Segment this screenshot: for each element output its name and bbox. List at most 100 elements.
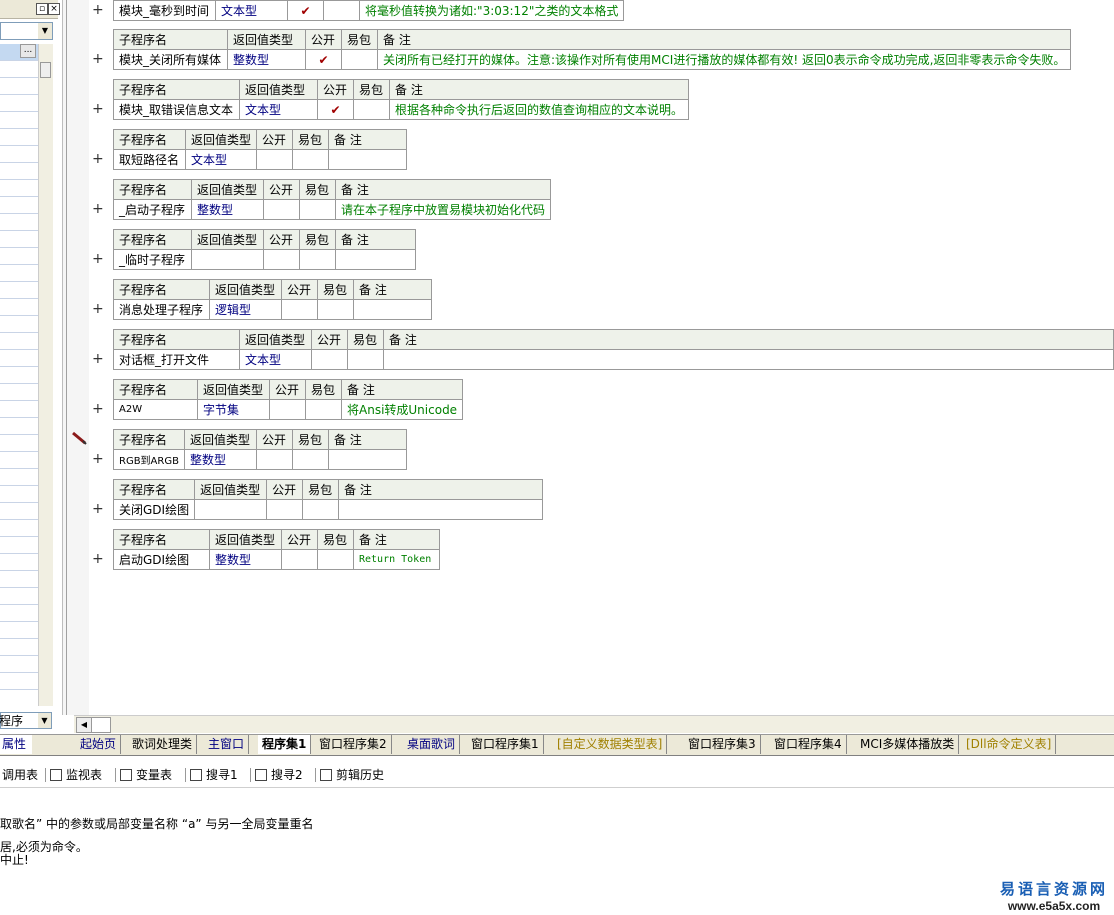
table-row[interactable]: 对话框_打开文件 文本型 xyxy=(113,349,1114,370)
subroutine-name[interactable]: 关闭GDI绘图 xyxy=(112,499,196,520)
public-checkbox[interactable] xyxy=(281,299,318,320)
property-row[interactable] xyxy=(0,333,38,350)
subroutine-table[interactable]: 子程序名 返回值类型 公开 易包备 注模块_关闭所有媒体 整数型 ✔ 关闭所有已经打开的媒体… xyxy=(113,29,1072,70)
table-row[interactable]: 关闭GDI绘图 xyxy=(112,499,544,520)
subroutine-note[interactable]: 将Ansi转成Unicode xyxy=(340,399,464,420)
chevron-down-icon[interactable]: ▼ xyxy=(38,23,52,39)
return-type[interactable]: 文本型 xyxy=(239,99,318,120)
table-row[interactable]: _临时子程序 xyxy=(113,249,416,270)
restore-icon[interactable]: ▫ xyxy=(36,3,48,15)
easy-package-checkbox[interactable] xyxy=(323,0,360,21)
property-row[interactable] xyxy=(0,384,38,401)
tab-item[interactable]: MCI多媒体播放类 xyxy=(856,735,960,754)
property-row[interactable] xyxy=(0,588,38,605)
expand-icon[interactable]: + xyxy=(92,402,104,416)
subroutine-table[interactable]: 子程序名 返回值类型 公开 易包备 注模块_取错误信息文本 文本型 ✔ 根据各种命令执行后返… xyxy=(113,79,690,120)
property-row[interactable] xyxy=(0,78,38,95)
property-row[interactable] xyxy=(0,95,38,112)
table-row[interactable]: _启动子程序 整数型 请在本子程序中放置易模块初始化代码 xyxy=(113,199,552,220)
tab-properties[interactable]: 属性 xyxy=(0,735,32,754)
return-type[interactable]: 文本型 xyxy=(184,149,258,170)
toolbar-button[interactable]: 剪辑历史 xyxy=(320,766,384,784)
property-scrollbar[interactable] xyxy=(38,44,53,706)
return-type[interactable] xyxy=(191,249,264,270)
public-checkbox[interactable] xyxy=(255,449,293,470)
subroutine-table[interactable]: 子程序名 返回值类型 公开 易包备 注 _临时子程序 xyxy=(113,229,416,270)
subroutine-table[interactable]: 子程序名 返回值类型 公开 易包备 注 A2W 字节集 将Ansi转成Unicode xyxy=(113,379,464,420)
return-type[interactable]: 逻辑型 xyxy=(209,299,282,320)
property-row[interactable] xyxy=(0,248,38,265)
public-checkbox[interactable]: ✔ xyxy=(287,0,324,21)
property-row[interactable] xyxy=(0,163,38,180)
property-row[interactable] xyxy=(0,129,38,146)
property-row[interactable] xyxy=(0,554,38,571)
subroutine-note[interactable]: 请在本子程序中放置易模块初始化代码 xyxy=(334,199,552,220)
property-row[interactable] xyxy=(0,673,38,690)
property-row[interactable] xyxy=(0,486,38,503)
property-row[interactable] xyxy=(0,299,38,316)
property-row[interactable] xyxy=(0,282,38,299)
scrollbar-thumb[interactable] xyxy=(40,62,51,78)
easy-package-checkbox[interactable] xyxy=(291,449,329,470)
property-row[interactable] xyxy=(0,656,38,673)
table-row[interactable]: 模块_关闭所有媒体 整数型 ✔ 关闭所有已经打开的媒体。注意:该操作对所有使用MCI进… xyxy=(113,49,1072,70)
table-row[interactable]: RGB到ARGB 整数型 xyxy=(113,449,407,470)
scrollbar-thumb[interactable] xyxy=(91,717,111,733)
property-row[interactable] xyxy=(0,112,38,129)
subroutine-table[interactable]: 子程序名 返回值类型 公开 易包备 注消息处理子程序 逻辑型 xyxy=(113,279,432,320)
toolbar-button[interactable]: 监视表 xyxy=(50,766,102,784)
property-row[interactable] xyxy=(0,146,38,163)
table-row[interactable]: 模块_毫秒到时间 文本型 ✔ 将毫秒值转换为诸如:"3:03:12"之类的文本格式 xyxy=(113,0,625,21)
tab-item[interactable]: 主窗口 xyxy=(204,735,250,754)
subroutine-note[interactable]: 将毫秒值转换为诸如:"3:03:12"之类的文本格式 xyxy=(358,0,625,21)
subroutine-name[interactable]: 模块_毫秒到时间 xyxy=(113,0,216,21)
return-type[interactable] xyxy=(194,499,268,520)
expand-icon[interactable]: + xyxy=(92,252,104,266)
property-row[interactable] xyxy=(0,503,38,520)
property-row[interactable] xyxy=(0,452,38,469)
ellipsis-button[interactable]: ... xyxy=(20,44,36,58)
property-row[interactable] xyxy=(0,61,38,78)
property-row[interactable] xyxy=(0,197,38,214)
subroutine-table[interactable]: 子程序名返回值类型公开易包备 注模块_毫秒到时间文本型✔将毫秒值转换为诸如:"3… xyxy=(113,0,625,21)
subroutine-name[interactable]: 启动GDI绘图 xyxy=(113,549,210,570)
property-row[interactable] xyxy=(0,231,38,248)
tab-item[interactable]: 程序集1 xyxy=(258,735,312,754)
public-checkbox[interactable] xyxy=(281,549,318,570)
property-row[interactable] xyxy=(0,435,38,452)
easy-package-checkbox[interactable] xyxy=(317,549,354,570)
tab-item[interactable]: 窗口程序集1 xyxy=(467,735,544,754)
tab-item[interactable]: 窗口程序集2 xyxy=(315,735,392,754)
subroutine-name[interactable]: _启动子程序 xyxy=(113,199,192,220)
table-row[interactable]: 取短路径名 文本型 xyxy=(113,149,408,170)
tab-item[interactable]: 窗口程序集3 xyxy=(684,735,761,754)
expand-icon[interactable]: + xyxy=(92,352,104,366)
expand-icon[interactable]: + xyxy=(92,502,104,516)
public-checkbox[interactable] xyxy=(311,349,348,370)
easy-package-checkbox[interactable] xyxy=(341,49,378,70)
property-row[interactable] xyxy=(0,418,38,435)
subroutine-note[interactable]: Return Token xyxy=(353,549,440,570)
easy-package-checkbox[interactable] xyxy=(299,199,336,220)
tab-item[interactable]: 起始页 xyxy=(76,735,122,754)
subroutine-note[interactable] xyxy=(353,299,432,320)
public-checkbox[interactable]: ✔ xyxy=(317,99,354,120)
table-row[interactable]: 模块_取错误信息文本 文本型 ✔ 根据各种命令执行后返回的数值查询相应的文本说明。 xyxy=(113,99,690,120)
expand-icon[interactable]: + xyxy=(92,302,104,316)
tab-item[interactable]: 歌词处理类 xyxy=(128,735,198,754)
subroutine-table[interactable]: 子程序名 返回值类型 公开 易包备 注 _启动子程序 整数型 请在本子程序中放置易模块初始化… xyxy=(113,179,552,220)
return-type[interactable]: 整数型 xyxy=(183,449,257,470)
subroutine-name[interactable]: 消息处理子程序 xyxy=(113,299,210,320)
subroutine-name[interactable]: RGB到ARGB xyxy=(113,449,185,470)
property-row[interactable] xyxy=(0,214,38,231)
expand-icon[interactable]: + xyxy=(92,452,104,466)
subroutine-table[interactable]: 子程序名 返回值类型 公开 易包备 注启动GDI绘图 整数型 Return Token xyxy=(113,529,440,570)
expand-icon[interactable]: + xyxy=(92,52,104,66)
object-selector[interactable]: ▼ xyxy=(0,22,53,40)
expand-icon[interactable]: + xyxy=(92,552,104,566)
subroutine-note[interactable] xyxy=(327,449,407,470)
subroutine-note[interactable]: 关闭所有已经打开的媒体。注意:该操作对所有使用MCI进行播放的媒体都有效! 返回… xyxy=(376,49,1072,70)
tab-item[interactable]: 桌面歌词 xyxy=(403,735,461,754)
return-type[interactable]: 整数型 xyxy=(191,199,264,220)
subroutine-name[interactable]: 对话框_打开文件 xyxy=(113,349,240,370)
